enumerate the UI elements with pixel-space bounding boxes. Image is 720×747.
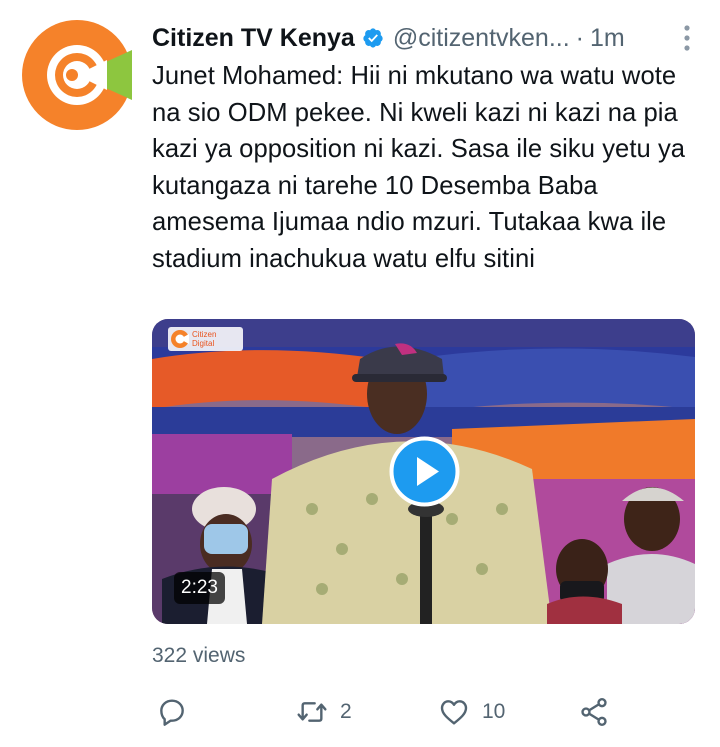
share-icon [581,698,607,726]
video-duration: 2:23 [174,572,225,604]
separator-dot: · [575,23,584,52]
tweet-time[interactable]: 1m [590,24,625,53]
tweet-header: Citizen TV Kenya @citizentvken... · 1m [152,18,697,58]
tweet-text: Junet Mohamed: Hii ni mkutano wa watu wo… [152,62,686,273]
more-options-icon[interactable] [677,22,697,54]
retweet-icon [297,702,327,722]
like-count: 10 [482,700,506,723]
video-watermark: Citizen Digital [168,327,243,351]
heart-icon [440,700,468,725]
reply-button[interactable] [156,690,188,734]
like-button[interactable]: 10 [438,690,505,734]
author-handle[interactable]: @citizentvken... [393,24,570,53]
retweet-count: 2 [340,700,352,723]
author-name[interactable]: Citizen TV Kenya [152,24,355,53]
verified-badge-icon [363,28,383,48]
share-button[interactable] [578,690,610,734]
citizen-tv-logo [22,20,139,130]
tweet-actions: 2 10 [152,690,700,734]
author-avatar[interactable] [22,20,139,130]
reply-icon [160,699,184,726]
video-player[interactable]: Citizen Digital 2:23 [152,319,695,624]
retweet-button[interactable]: 2 [296,690,352,734]
watermark-text: Citizen Digital [192,330,217,348]
citizen-watermark-logo-icon [171,330,189,348]
play-button-icon[interactable] [389,436,460,507]
view-count: 322 views [152,644,246,667]
